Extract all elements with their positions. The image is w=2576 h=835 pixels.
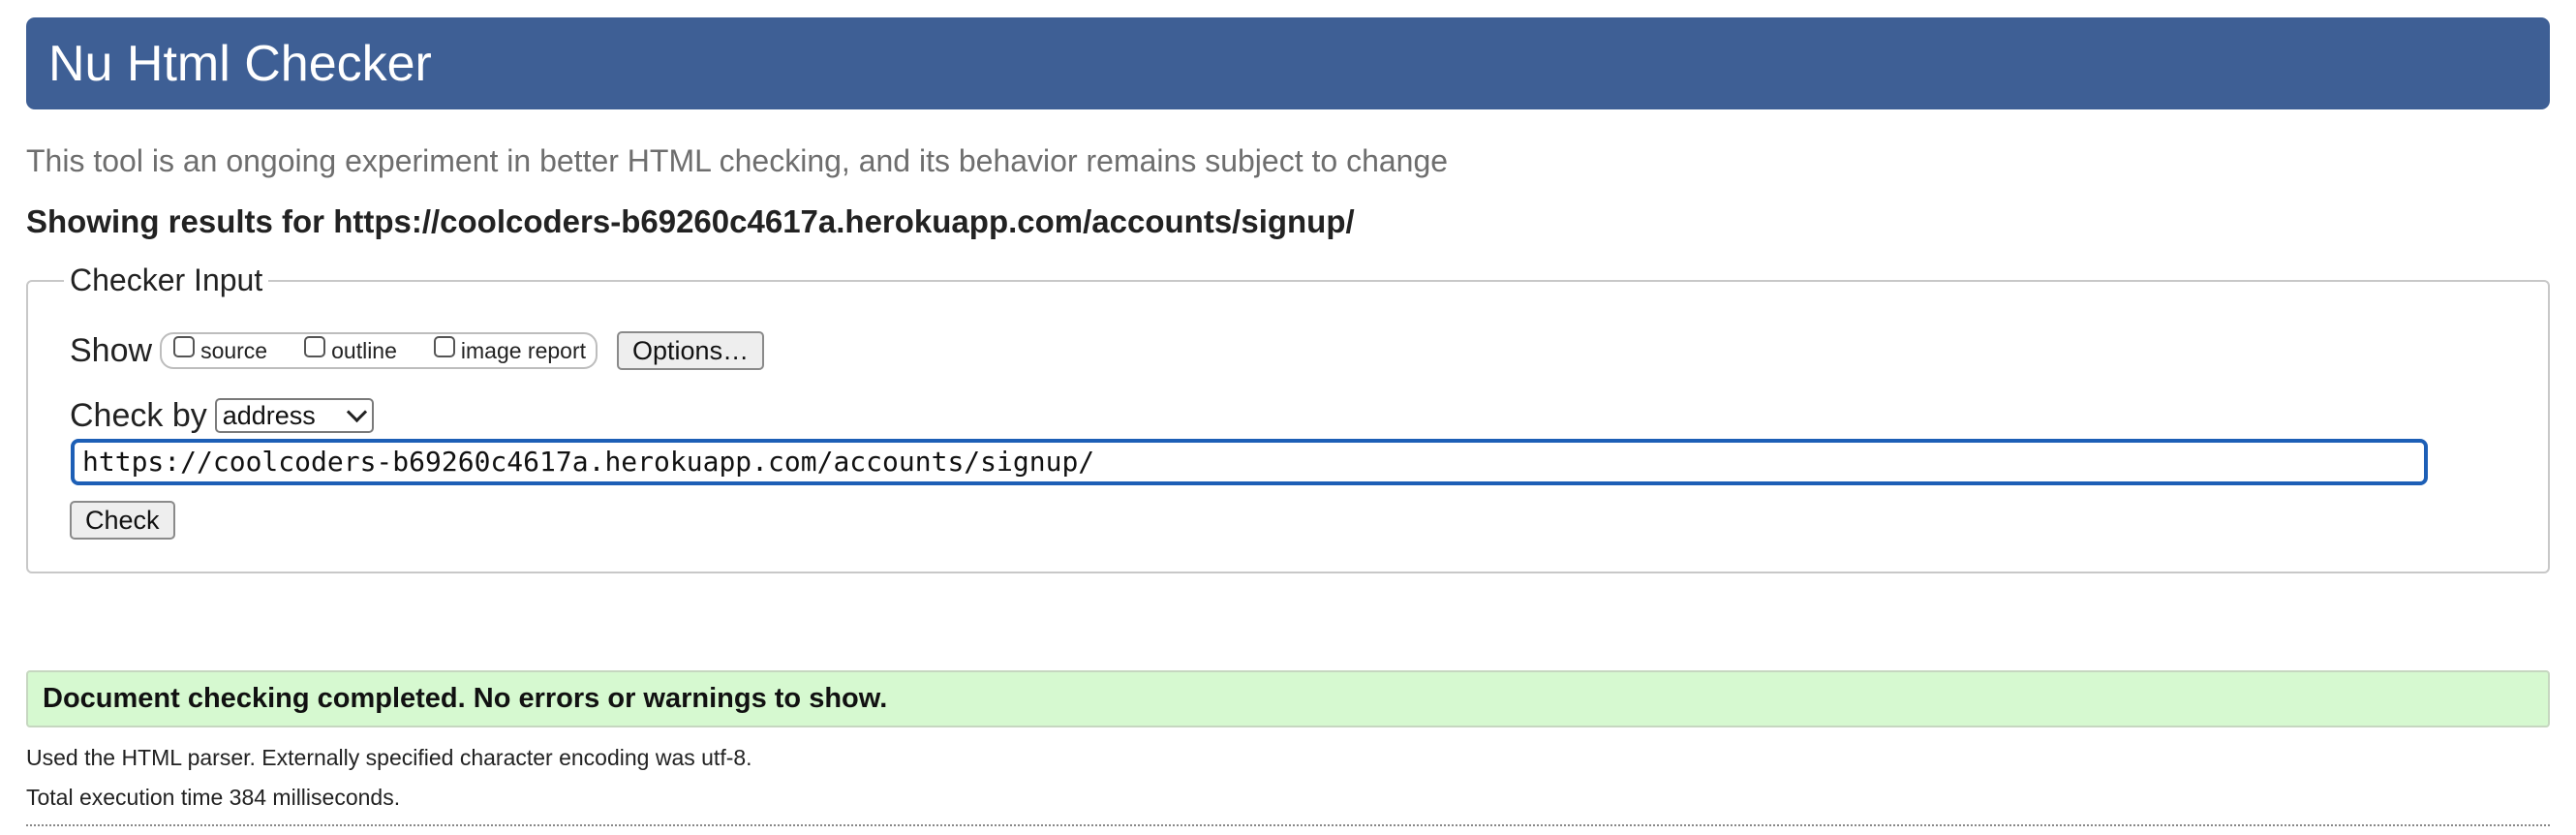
- check-by-selected-value: address: [222, 400, 316, 430]
- options-button[interactable]: Options…: [617, 331, 765, 370]
- show-outline-option[interactable]: outline: [304, 336, 397, 364]
- check-button[interactable]: Check: [70, 501, 175, 540]
- outline-checkbox[interactable]: [304, 336, 326, 357]
- checker-input-legend: Checker Input: [64, 261, 269, 299]
- header-bar: Nu Html Checker: [26, 17, 2550, 109]
- show-row: Show source outline image report Options…: [70, 328, 765, 373]
- show-image-report-option[interactable]: image report: [433, 336, 587, 364]
- url-input[interactable]: https://coolcoders-b69260c4617a.herokuap…: [71, 439, 2428, 485]
- outline-checkbox-label: outline: [331, 337, 397, 363]
- checker-input-fieldset: Checker Input Show source outline image …: [26, 261, 2550, 573]
- check-by-row: Check by address: [70, 396, 374, 435]
- execution-time: Total execution time 384 milliseconds.: [26, 785, 401, 810]
- check-by-select[interactable]: address: [214, 398, 374, 433]
- show-label: Show: [70, 331, 153, 369]
- success-message: Document checking completed. No errors o…: [26, 670, 2550, 727]
- show-source-option[interactable]: source: [173, 336, 268, 364]
- image-report-checkbox[interactable]: [433, 336, 455, 357]
- check-by-label: Check by: [70, 396, 207, 434]
- show-options-group: source outline image report: [160, 332, 598, 369]
- tagline: This tool is an ongoing experiment in be…: [26, 143, 1449, 178]
- parser-info: Used the HTML parser. Externally specifi…: [26, 745, 752, 770]
- divider: [26, 824, 2550, 826]
- results-heading: Showing results for https://coolcoders-b…: [26, 203, 1355, 239]
- image-report-checkbox-label: image report: [460, 337, 587, 363]
- source-checkbox[interactable]: [173, 336, 196, 357]
- nu-html-checker-page: Nu Html Checker This tool is an ongoing …: [0, 0, 2576, 835]
- source-checkbox-label: source: [200, 337, 268, 363]
- chevron-down-icon: [346, 401, 367, 422]
- page-title: Nu Html Checker: [48, 36, 432, 92]
